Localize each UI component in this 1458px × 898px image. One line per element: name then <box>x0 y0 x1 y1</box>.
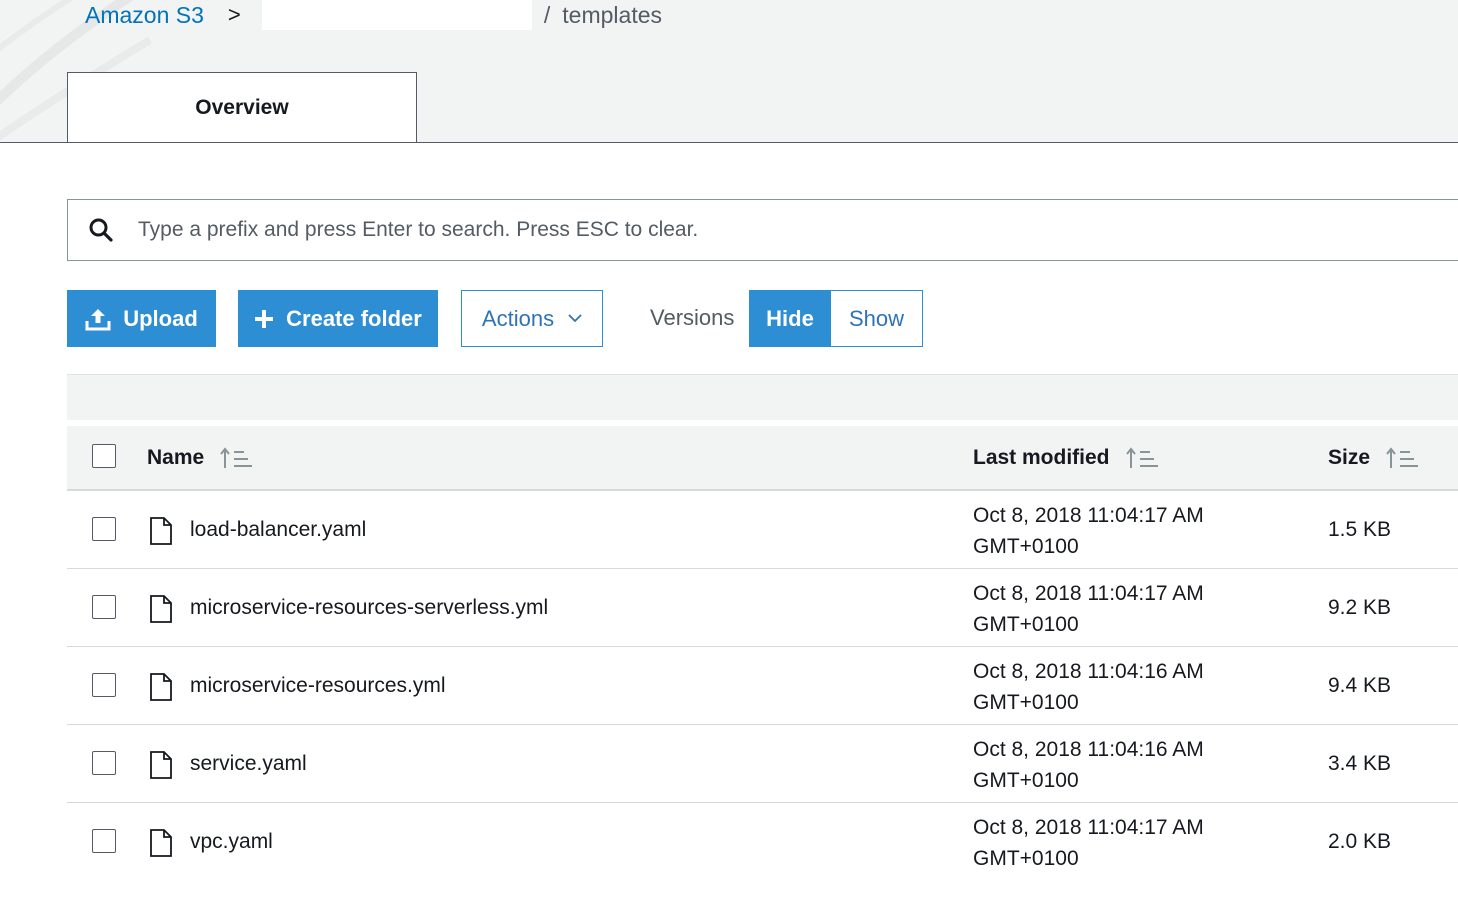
file-name-link[interactable]: service.yaml <box>190 725 307 803</box>
plus-icon <box>254 309 274 329</box>
chevron-down-icon <box>568 314 582 323</box>
table-row: load-balancer.yaml Oct 8, 2018 11:04:17 … <box>67 491 1458 569</box>
search-icon <box>89 218 113 242</box>
table-row: microservice-resources.yml Oct 8, 2018 1… <box>67 647 1458 725</box>
last-modified-timezone: GMT+0100 <box>973 691 1079 714</box>
breadcrumb-bucket-redacted[interactable] <box>261 0 532 30</box>
last-modified-date: Oct 8, 2018 11:04:16 AM <box>973 738 1204 761</box>
header-band: Amazon S3 > / templates Overview <box>0 0 1458 143</box>
file-icon <box>150 673 172 701</box>
upload-button-label: Upload <box>123 305 198 331</box>
file-icon <box>150 595 172 623</box>
last-modified-cell: Oct 8, 2018 11:04:17 AM GMT+0100 <box>973 812 1204 874</box>
last-modified-cell: Oct 8, 2018 11:04:17 AM GMT+0100 <box>973 500 1204 562</box>
search-bar <box>67 199 1458 261</box>
table-row: microservice-resources-serverless.yml Oc… <box>67 569 1458 647</box>
breadcrumb-slash: / <box>543 1 551 28</box>
table-info-strip <box>67 374 1458 420</box>
size-cell: 2.0 KB <box>1328 830 1392 853</box>
breadcrumb-amazon-s3[interactable]: Amazon S3 <box>85 2 204 29</box>
size-cell: 9.2 KB <box>1328 596 1392 619</box>
file-icon <box>150 751 172 779</box>
column-header-name-label: Name <box>147 445 205 469</box>
last-modified-timezone: GMT+0100 <box>973 847 1079 870</box>
sort-icon <box>220 446 253 469</box>
row-checkbox[interactable] <box>92 595 116 619</box>
column-header-last-modified[interactable]: Last modified <box>973 426 1158 489</box>
last-modified-date: Oct 8, 2018 11:04:17 AM <box>973 816 1204 839</box>
last-modified-cell: Oct 8, 2018 11:04:16 AM GMT+0100 <box>973 734 1204 796</box>
file-name-link[interactable]: vpc.yaml <box>190 803 273 881</box>
size-cell: 3.4 KB <box>1328 752 1392 775</box>
column-header-name[interactable]: Name <box>147 426 253 489</box>
create-folder-button[interactable]: Create folder <box>238 290 438 347</box>
upload-button[interactable]: Upload <box>67 290 216 347</box>
breadcrumb-separator: > <box>227 2 241 27</box>
last-modified-timezone: GMT+0100 <box>973 613 1079 636</box>
last-modified-timezone: GMT+0100 <box>973 769 1079 792</box>
column-header-size-label: Size <box>1328 445 1371 469</box>
file-icon <box>150 829 172 857</box>
sort-icon <box>1125 446 1158 469</box>
last-modified-cell: Oct 8, 2018 11:04:16 AM GMT+0100 <box>973 656 1204 718</box>
table-row: vpc.yaml Oct 8, 2018 11:04:17 AM GMT+010… <box>67 803 1458 881</box>
last-modified-cell: Oct 8, 2018 11:04:17 AM GMT+0100 <box>973 578 1204 640</box>
sort-icon <box>1386 446 1419 469</box>
last-modified-date: Oct 8, 2018 11:04:17 AM <box>973 504 1204 527</box>
actions-dropdown-label: Actions <box>481 305 555 331</box>
last-modified-date: Oct 8, 2018 11:04:16 AM <box>973 660 1204 683</box>
size-cell: 1.5 KB <box>1328 518 1392 541</box>
last-modified-date: Oct 8, 2018 11:04:17 AM <box>973 582 1204 605</box>
row-checkbox[interactable] <box>92 517 116 541</box>
actions-dropdown[interactable]: Actions <box>461 290 603 347</box>
size-cell: 9.4 KB <box>1328 674 1392 697</box>
file-name-link[interactable]: load-balancer.yaml <box>190 491 366 569</box>
table-row: service.yaml Oct 8, 2018 11:04:16 AM GMT… <box>67 725 1458 803</box>
create-folder-button-label: Create folder <box>286 305 422 331</box>
table-header: Name Last modified Size <box>67 426 1458 491</box>
column-header-last-modified-label: Last modified <box>973 445 1110 469</box>
breadcrumb-current-folder: templates <box>562 1 663 28</box>
select-all-checkbox[interactable] <box>92 444 116 468</box>
row-checkbox[interactable] <box>92 751 116 775</box>
row-checkbox[interactable] <box>92 829 116 853</box>
file-name-link[interactable]: microservice-resources.yml <box>190 647 446 725</box>
search-input[interactable] <box>136 217 1340 243</box>
versions-hide-button[interactable]: Hide <box>749 290 831 347</box>
breadcrumb: Amazon S3 > / templates <box>85 0 662 30</box>
column-header-size[interactable]: Size <box>1328 426 1419 489</box>
file-icon <box>150 517 172 545</box>
versions-label: Versions <box>650 305 735 330</box>
tab-overview[interactable]: Overview <box>67 72 417 142</box>
file-name-link[interactable]: microservice-resources-serverless.yml <box>190 569 548 647</box>
last-modified-timezone: GMT+0100 <box>973 535 1079 558</box>
row-checkbox[interactable] <box>92 673 116 697</box>
versions-show-button[interactable]: Show <box>831 290 923 347</box>
upload-icon <box>85 307 111 331</box>
